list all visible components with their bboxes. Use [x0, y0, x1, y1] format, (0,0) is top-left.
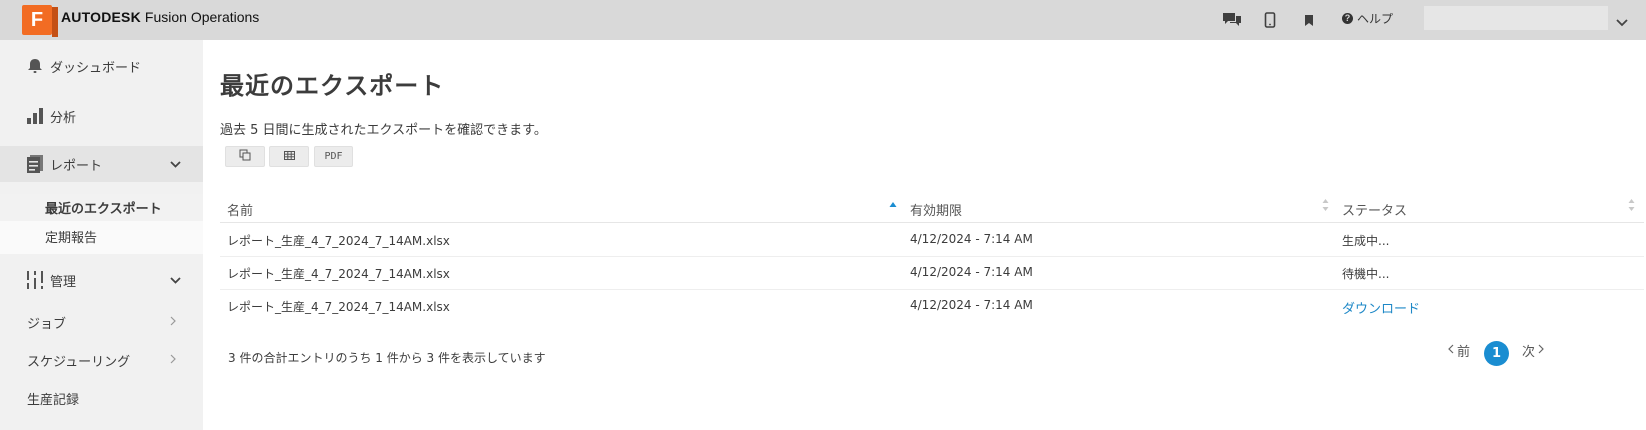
column-header-name[interactable]: 名前	[227, 200, 253, 219]
copy-icon	[239, 149, 251, 164]
sidebar-item-reports[interactable]: レポート	[0, 146, 203, 182]
sidebar-subitem-recent-exports[interactable]: 最近のエクスポート	[0, 194, 203, 221]
sort-ascending-icon[interactable]	[889, 198, 897, 213]
cell-expiry: 4/12/2024 - 7:14 AM	[910, 298, 1033, 312]
sidebar-item-label: ダッシュボード	[50, 60, 142, 76]
sidebar-item-jobs[interactable]: ジョブ	[0, 310, 203, 334]
cell-name: レポート_生産_4_7_2024_7_14AM.xlsx	[227, 234, 450, 248]
brand-name: AUTODESK Fusion Operations	[61, 9, 259, 25]
sidebar-item-label: スケジューリング	[27, 354, 131, 370]
entries-summary: 3 件の合計エントリのうち 1 件から 3 件を表示しています	[228, 351, 546, 365]
export-pdf-button[interactable]: PDF	[314, 146, 353, 167]
chevron-right-icon	[1538, 343, 1544, 358]
admin-icon	[26, 270, 44, 290]
page-title: 最近のエクスポート	[220, 72, 445, 100]
reports-submenu: 最近のエクスポート 定期報告	[0, 194, 203, 254]
sidebar-item-label: 分析	[50, 110, 77, 126]
sort-icon[interactable]	[1628, 198, 1635, 216]
sidebar: ダッシュボード 分析 レポート 最近のエクスポート 定期報告 管理 ジョブ スケ…	[0, 40, 203, 430]
column-header-expiry[interactable]: 有効期限	[910, 200, 962, 219]
sidebar-item-label: 生産記録	[27, 392, 80, 408]
table-row: レポート_生産_4_7_2024_7_14AM.xlsx 4/12/2024 -…	[220, 224, 1644, 257]
fusion-logo[interactable]: F	[22, 5, 58, 37]
sort-icon[interactable]	[1322, 198, 1329, 216]
cell-expiry: 4/12/2024 - 7:14 AM	[910, 232, 1033, 246]
table-row: レポート_生産_4_7_2024_7_14AM.xlsx 4/12/2024 -…	[220, 257, 1644, 290]
sidebar-subitem-periodic-reports[interactable]: 定期報告	[0, 223, 203, 250]
export-excel-button[interactable]	[269, 146, 309, 167]
cell-expiry: 4/12/2024 - 7:14 AM	[910, 265, 1033, 279]
sidebar-item-analysis[interactable]: 分析	[0, 104, 203, 128]
help-link[interactable]: ? ヘルプ	[1342, 10, 1393, 27]
prev-page-label: 前	[1457, 345, 1471, 360]
mobile-icon[interactable]	[1258, 8, 1282, 32]
prev-page-button[interactable]: 前	[1448, 341, 1470, 360]
sidebar-item-dashboard[interactable]: ダッシュボード	[0, 54, 203, 78]
sidebar-item-production-records[interactable]: 生産記録	[0, 386, 203, 410]
cell-name: レポート_生産_4_7_2024_7_14AM.xlsx	[227, 300, 450, 314]
help-label: ヘルプ	[1357, 12, 1394, 26]
top-bar: F AUTODESK Fusion Operations ? ヘルプ	[0, 0, 1646, 40]
sidebar-item-admin[interactable]: 管理	[0, 268, 203, 292]
chevron-right-icon	[170, 353, 176, 368]
chevron-down-icon[interactable]	[170, 157, 181, 172]
chevron-down-icon[interactable]	[1616, 12, 1628, 31]
chevron-right-icon	[170, 315, 176, 330]
brand-product: Fusion Operations	[144, 9, 260, 25]
brand-autodesk: AUTODESK	[61, 9, 141, 25]
bar-chart-icon	[26, 107, 44, 125]
bookmark-icon[interactable]	[1297, 8, 1321, 32]
chevron-down-icon[interactable]	[170, 273, 181, 288]
help-icon: ?	[1342, 13, 1353, 24]
sidebar-item-label: 管理	[50, 274, 77, 290]
user-menu[interactable]	[1424, 6, 1608, 30]
chevron-left-icon	[1448, 343, 1454, 358]
download-link[interactable]: ダウンロード	[1342, 298, 1420, 317]
sidebar-item-label: レポート	[50, 158, 103, 174]
cell-status: 生成中...	[1342, 234, 1390, 248]
column-header-status[interactable]: ステータス	[1342, 200, 1407, 219]
cell-status: 待機中...	[1342, 267, 1390, 281]
bell-icon	[26, 57, 44, 75]
report-icon	[26, 154, 44, 174]
page-description: 過去 5 日間に生成されたエクスポートを確認できます。	[220, 123, 547, 138]
table-row: レポート_生産_4_7_2024_7_14AM.xlsx 4/12/2024 -…	[220, 290, 1644, 323]
table-icon	[283, 150, 295, 163]
chat-icon[interactable]	[1220, 8, 1244, 32]
export-copy-button[interactable]	[225, 146, 265, 167]
sidebar-item-label: ジョブ	[27, 316, 67, 332]
cell-name: レポート_生産_4_7_2024_7_14AM.xlsx	[227, 267, 450, 281]
table-header: 名前 有効期限 ステータス	[220, 193, 1644, 223]
next-page-label: 次	[1522, 345, 1536, 360]
sidebar-item-scheduling[interactable]: スケジューリング	[0, 348, 203, 372]
page-number-current[interactable]: 1	[1484, 341, 1509, 366]
next-page-button[interactable]: 次	[1522, 341, 1544, 360]
